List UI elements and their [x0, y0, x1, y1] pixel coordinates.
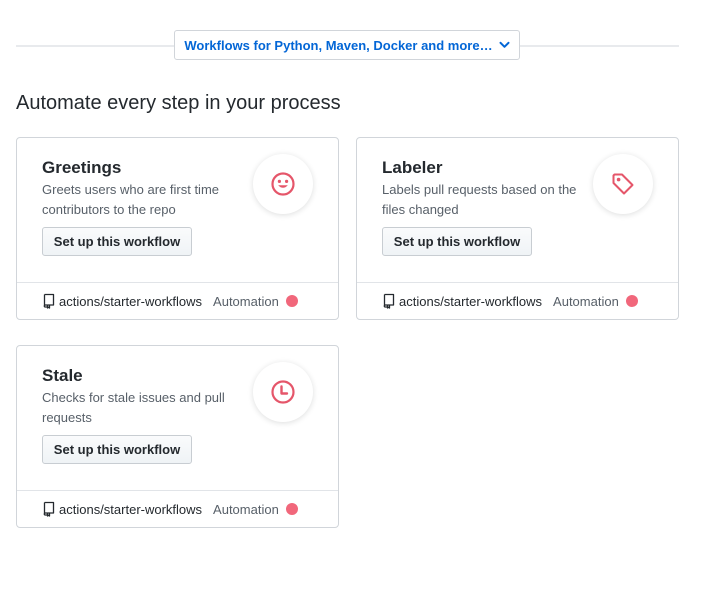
card-description: Checks for stale issues and pull request… [42, 390, 225, 425]
category-color-dot [285, 295, 298, 307]
setup-workflow-button[interactable]: Set up this workflow [42, 227, 192, 256]
category-label: Automation [213, 293, 279, 309]
card-footer: actions/starter-workflows Automation [17, 490, 338, 527]
repo-name: actions/starter-workflows [399, 293, 543, 309]
repo-link[interactable]: actions/starter-workflows [382, 293, 542, 309]
repo-link[interactable]: actions/starter-workflows [42, 293, 202, 309]
card-description: Greets users who are first time contribu… [42, 182, 219, 217]
card-footer: actions/starter-workflows Automation [17, 282, 338, 319]
repo-book-icon [383, 293, 395, 309]
card-title: Greetings [42, 158, 122, 177]
card-description: Labels pull requests based on the files … [382, 182, 577, 217]
card-title: Labeler [382, 158, 443, 177]
setup-workflow-button[interactable]: Set up this workflow [382, 227, 532, 256]
section-title: Automate every step in your process [16, 92, 341, 114]
card-title: Stale [42, 366, 83, 385]
workflow-card-greetings: Greetings Greets users who are first tim… [16, 137, 339, 320]
smiley-icon [271, 172, 295, 196]
chevron-down-icon [499, 41, 510, 48]
workflows-divider: Workflows for Python, Maven, Docker and … [16, 30, 679, 60]
more-workflows-button[interactable]: Workflows for Python, Maven, Docker and … [174, 30, 520, 60]
more-workflows-label: Workflows for Python, Maven, Docker and … [184, 37, 493, 53]
setup-workflow-button[interactable]: Set up this workflow [42, 435, 192, 464]
workflow-card-stale: Stale Checks for stale issues and pull r… [16, 345, 339, 528]
tag-icon [612, 173, 634, 195]
workflow-card-labeler: Labeler Labels pull requests based on th… [356, 137, 679, 320]
workflow-icon-badge [593, 154, 653, 214]
category-color-dot [625, 295, 638, 307]
repo-book-icon [43, 501, 55, 517]
repo-name: actions/starter-workflows [59, 501, 203, 517]
repo-book-icon [43, 293, 55, 309]
repo-name: actions/starter-workflows [59, 293, 203, 309]
workflow-icon-badge [253, 362, 313, 422]
category-label: Automation [213, 501, 279, 517]
clock-icon [271, 380, 295, 404]
category-color-dot [285, 503, 298, 515]
repo-link[interactable]: actions/starter-workflows [42, 501, 202, 517]
card-footer: actions/starter-workflows Automation [357, 282, 678, 319]
workflow-icon-badge [253, 154, 313, 214]
category-label: Automation [553, 293, 619, 309]
